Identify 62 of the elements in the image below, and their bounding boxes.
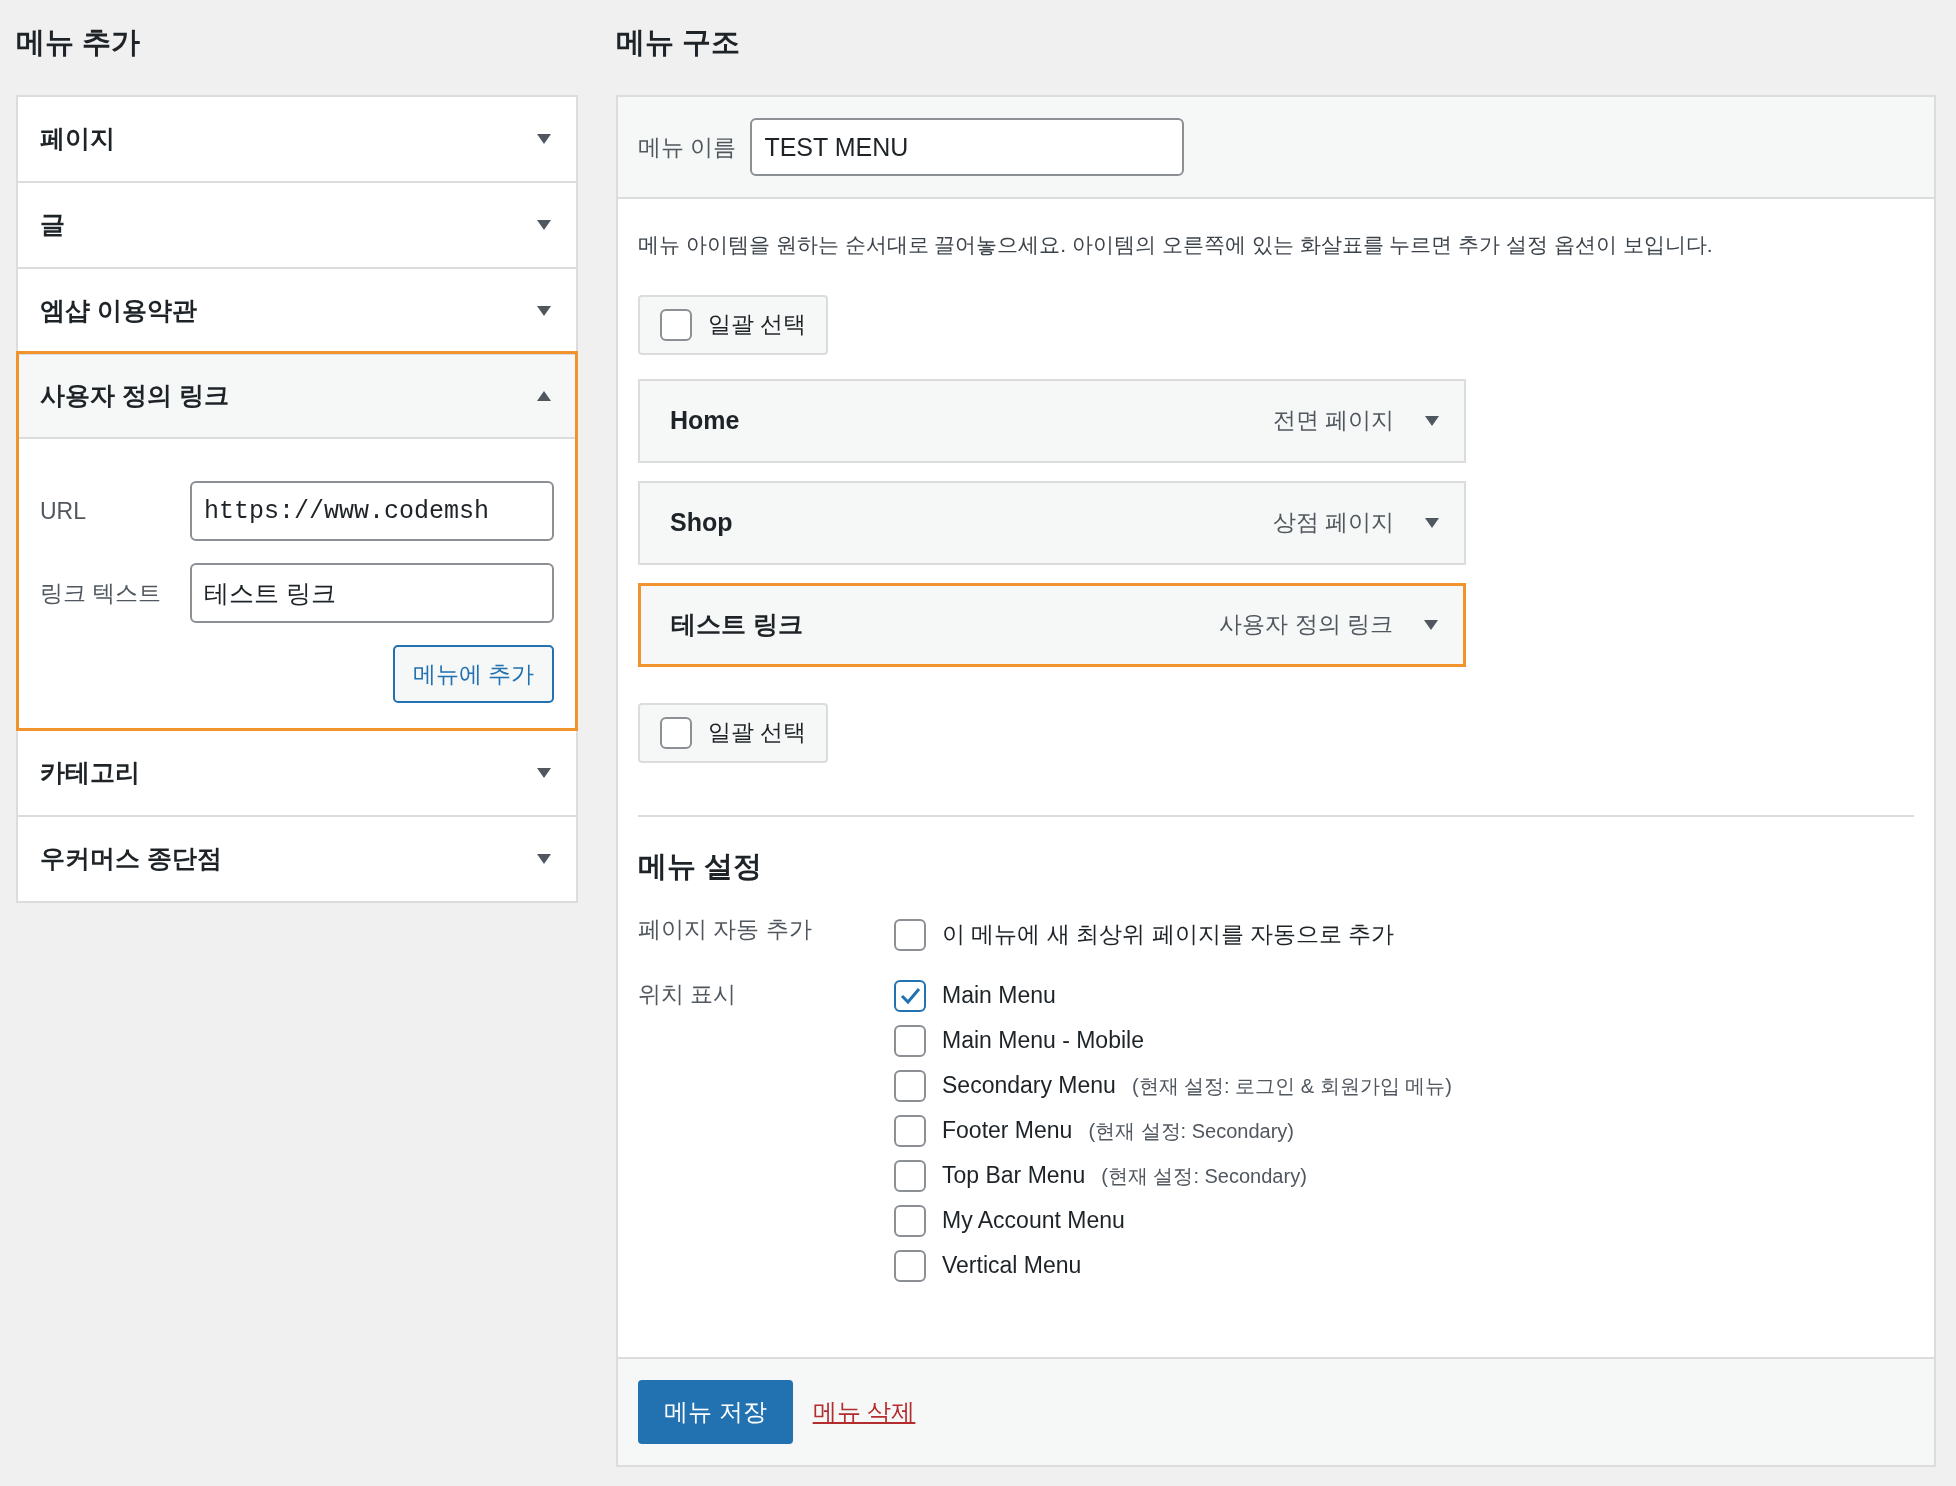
expand-arrow-icon[interactable] — [1424, 516, 1440, 529]
checkbox[interactable] — [894, 1159, 926, 1192]
checkbox-label: 이 메뉴에 새 최상위 페이지를 자동으로 추가 — [942, 920, 1395, 950]
url-field[interactable]: https://www.codemsh — [190, 481, 554, 541]
setting-label: 위치 표시 — [638, 980, 738, 1009]
delete-menu-link[interactable]: 메뉴 삭제 — [812, 1394, 916, 1430]
menu-item[interactable]: Home 전면 페이지 — [638, 378, 1466, 463]
checkbox-label: Main Menu — [942, 981, 1056, 1011]
accordion-header[interactable]: 페이지 — [18, 97, 576, 181]
accordion-header[interactable]: 카테고리 — [18, 731, 576, 815]
checkbox[interactable] — [894, 979, 926, 1012]
checkbox-label: Top Bar Menu — [942, 1161, 1086, 1191]
checkbox[interactable] — [660, 716, 692, 749]
bulk-select-control[interactable]: 일괄 선택 — [638, 702, 829, 763]
menu-item-type: 상점 페이지 — [1272, 508, 1394, 538]
menu-name-field[interactable]: TEST MENU — [750, 118, 1185, 176]
expand-arrow-icon[interactable] — [536, 853, 552, 865]
location-note: (현재 설정: Secondary) — [1101, 1163, 1307, 1189]
menu-item-title: 테스트 링크 — [671, 608, 804, 640]
checkbox-label: My Account Menu — [942, 1206, 1125, 1236]
checkbox-label: Secondary Menu — [942, 1071, 1116, 1101]
checkbox[interactable] — [660, 308, 692, 341]
section-heading: 메뉴 추가 — [16, 25, 142, 60]
save-menu-button[interactable]: 메뉴 저장 — [638, 1380, 793, 1444]
bulk-select-control[interactable]: 일괄 선택 — [638, 294, 829, 355]
checkbox[interactable] — [894, 918, 926, 951]
menu-item-type: 전면 페이지 — [1272, 406, 1394, 436]
location-note: (현재 설정: 로그인 & 회원가입 메뉴) — [1131, 1073, 1452, 1099]
instructions-text: 메뉴 아이템을 원하는 순서대로 끌어놓으세요. 아이템의 오른쪽에 있는 화살표를 누르면 추가 설정 옵션이 보입니다. — [638, 232, 1714, 258]
expand-arrow-icon[interactable] — [536, 219, 552, 231]
accordion-header[interactable]: 글 — [18, 183, 576, 267]
expand-arrow-icon[interactable] — [536, 305, 552, 317]
expand-arrow-icon[interactable] — [536, 133, 552, 145]
checkbox[interactable] — [894, 1249, 926, 1282]
expand-arrow-icon[interactable] — [536, 767, 552, 779]
section-heading: 메뉴 구조 — [616, 25, 742, 60]
menu-item[interactable]: Shop 상점 페이지 — [638, 480, 1466, 565]
field-label: 메뉴 이름 — [638, 132, 737, 162]
checkbox-label: Vertical Menu — [942, 1251, 1082, 1281]
checkbox[interactable] — [894, 1114, 926, 1147]
accordion-header[interactable]: 우커머스 종단점 — [18, 817, 576, 901]
accordion-header[interactable]: 엠샵 이용약관 — [18, 269, 576, 353]
checkbox[interactable] — [894, 1069, 926, 1102]
checkbox[interactable] — [894, 1204, 926, 1237]
checkbox-label: Main Menu - Mobile — [942, 1026, 1144, 1056]
accordion-header[interactable]: 사용자 정의 링크 — [18, 355, 576, 439]
expand-arrow-icon[interactable] — [1423, 618, 1439, 631]
collapse-arrow-icon[interactable] — [536, 390, 552, 402]
field-label: 링크 텍스트 — [40, 578, 163, 608]
menu-item[interactable]: 테스트 링크 사용자 정의 링크 — [638, 582, 1466, 667]
menu-item-title: Shop — [670, 506, 734, 538]
checkbox[interactable] — [894, 1024, 926, 1057]
checkbox-label: Footer Menu — [942, 1116, 1073, 1146]
add-to-menu-button[interactable]: 메뉴에 추가 — [392, 645, 554, 703]
field-label: URL — [40, 496, 87, 526]
link-text-field[interactable]: 테스트 링크 — [190, 563, 554, 623]
expand-arrow-icon[interactable] — [1424, 414, 1440, 427]
menu-item-title: Home — [670, 404, 741, 436]
menu-item-type: 사용자 정의 링크 — [1219, 610, 1393, 640]
location-note: (현재 설정: Secondary) — [1088, 1118, 1294, 1144]
setting-label: 페이지 자동 추가 — [638, 915, 813, 944]
settings-heading: 메뉴 설정 — [638, 848, 764, 884]
